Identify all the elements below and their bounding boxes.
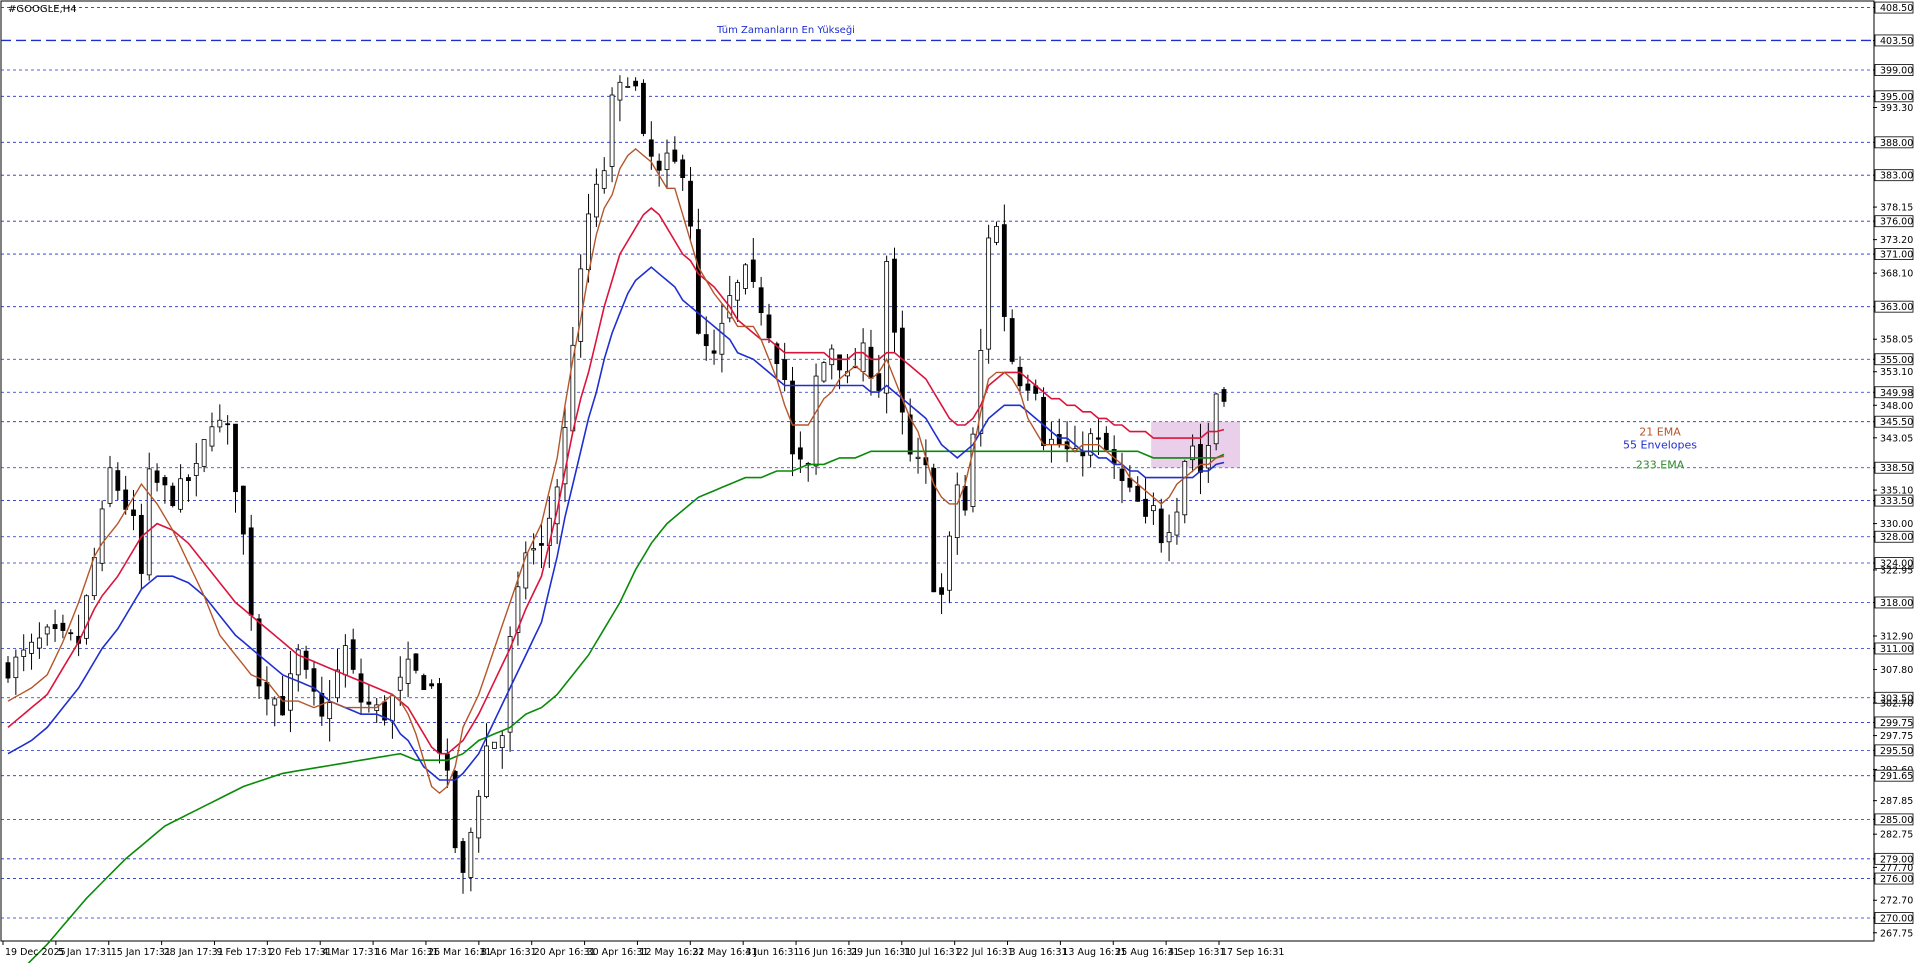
symbol-label: #GOOGLE,H4 [8,4,77,15]
y-tick-label: 330.00 [1880,519,1913,530]
y-tick-label: 333.50 [1880,496,1913,507]
candle [813,363,819,475]
y-tick-label: 399.00 [1880,66,1913,77]
y-tick-label: 311.00 [1880,644,1913,655]
y-tick-label: 349.98 [1880,388,1913,399]
x-tick-label: 9 Feb 17:31 [216,947,272,958]
candle [884,255,890,414]
y-tick-label: 355.00 [1880,355,1913,366]
price-chart[interactable]: 408.50 403.50 399.00 395.00393.30 388.00 383.… [0,0,1916,963]
candle [452,769,458,854]
y-tick-label: 368.10 [1880,269,1913,280]
x-tick-label: 3 Aug 16:31 [1010,947,1068,958]
x-tick-label: 28 Jan 17:31 [164,947,224,958]
x-tick-label: 10 Jul 16:31 [904,947,961,958]
legend-item: 55 Envelopes [1623,439,1697,452]
candle [170,482,176,508]
y-tick-label: 345.50 [1880,417,1913,428]
y-tick-label: 272.70 [1880,896,1913,907]
x-tick-label: 16 Jun 16:31 [798,947,858,958]
x-tick-label: 5 Jan 17:31 [58,947,112,958]
x-tick-label: 4 Sep 16:31 [1168,947,1225,958]
y-tick-label: 287.85 [1880,796,1913,807]
x-tick-label: 8 Apr 16:31 [481,947,537,958]
candle [491,741,497,749]
y-tick-label: 312.90 [1880,631,1913,642]
y-tick-label: 338.50 [1880,463,1913,474]
y-tick-label: 388.00 [1880,138,1913,149]
y-tick-label: 291.65 [1880,771,1913,782]
y-tick-label: 371.00 [1880,250,1913,261]
candle [1213,392,1219,451]
candle [99,500,105,572]
all-time-high-annotation: Tüm Zamanların En Yükseği [716,24,855,36]
y-tick-label: 282.75 [1880,830,1913,841]
y-tick-label: 373.20 [1880,235,1913,246]
y-tick-label: 276.00 [1880,874,1913,885]
y-tick-label: 302.70 [1880,699,1913,710]
candle [146,452,152,581]
y-tick-label: 322.95 [1880,565,1913,576]
y-axis: 408.50 403.50 399.00 395.00393.30 388.00 383.… [1873,1,1914,939]
legend-item: 21 EMA [1639,426,1681,439]
x-axis: 19 Dec 20255 Jan 17:3115 Jan 17:3128 Jan… [2,941,1284,958]
candle [821,361,827,383]
y-tick-label: 408.50 [1880,3,1913,14]
y-tick-label: 328.00 [1880,532,1913,543]
y-tick-label: 395.00 [1880,92,1913,103]
y-tick-label: 383.00 [1880,171,1913,182]
y-tick-label: 270.00 [1880,913,1913,924]
x-tick-label: 17 Sep 16:31 [1221,947,1284,958]
candle [437,677,442,764]
y-tick-label: 307.80 [1880,665,1913,676]
candle [413,653,419,674]
y-tick-label: 295.50 [1880,746,1913,757]
y-tick-label: 299.75 [1880,718,1913,729]
y-tick-label: 277.70 [1880,863,1913,874]
candle [421,673,427,691]
y-tick-label: 318.00 [1880,598,1913,609]
y-tick-label: 363.00 [1880,302,1913,313]
y-tick-label: 403.50 [1880,36,1913,47]
y-tick-label: 358.05 [1880,335,1913,346]
x-tick-label: 19 Dec 2025 [5,947,66,958]
candle [970,427,976,513]
candle [641,79,646,137]
candle [986,224,992,364]
y-tick-label: 348.00 [1880,401,1913,412]
consolidation-zone [1151,421,1240,468]
y-tick-label: 378.15 [1880,203,1913,214]
x-tick-label: 4 Mar 17:31 [322,947,379,958]
y-tick-label: 267.75 [1880,928,1913,939]
candle [1182,459,1188,524]
y-tick-label: 393.30 [1880,103,1913,114]
y-tick-label: 353.10 [1880,367,1913,378]
x-tick-label: 15 Jan 17:31 [111,947,171,958]
y-tick-label: 297.75 [1880,731,1913,742]
x-tick-label: 4 Jun 16:31 [745,947,799,958]
y-tick-label: 376.00 [1880,217,1913,228]
legend-item: 233 EMA [1636,458,1685,471]
x-tick-label: 29 Jun 16:31 [851,947,911,958]
y-tick-label: 285.00 [1880,815,1913,826]
x-tick-label: 22 Jul 16:31 [957,947,1014,958]
candle [84,594,89,645]
y-tick-label: 343.05 [1880,433,1913,444]
